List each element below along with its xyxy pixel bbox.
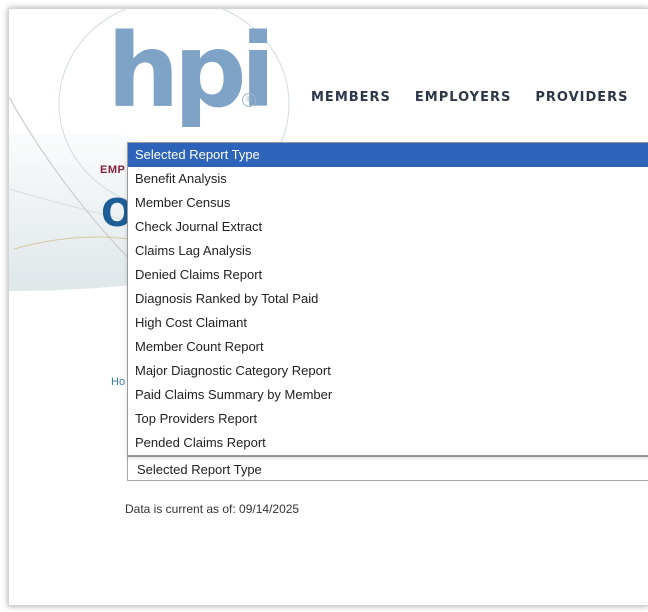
- dropdown-option-high-cost-claimant[interactable]: High Cost Claimant: [128, 311, 648, 335]
- dropdown-option-paid-claims-summary[interactable]: Paid Claims Summary by Member: [128, 383, 648, 407]
- dropdown-option-check-journal-extract[interactable]: Check Journal Extract: [128, 215, 648, 239]
- nav-members[interactable]: MEMBERS: [311, 90, 391, 105]
- section-label: EMP: [100, 164, 126, 176]
- dropdown-option-denied-claims-report[interactable]: Denied Claims Report: [128, 263, 648, 287]
- registered-mark: ®: [242, 93, 256, 107]
- breadcrumb-home-link[interactable]: Ho: [111, 376, 125, 388]
- hpi-logo[interactable]: hpi: [107, 21, 276, 123]
- dropdown-option-member-count-report[interactable]: Member Count Report: [128, 335, 648, 359]
- dropdown-option-selected-report-type[interactable]: Selected Report Type: [128, 143, 648, 167]
- dropdown-option-pended-claims-report[interactable]: Pended Claims Report: [128, 431, 648, 455]
- dropdown-option-member-census[interactable]: Member Census: [128, 191, 648, 215]
- dropdown-option-diagnosis-ranked[interactable]: Diagnosis Ranked by Total Paid: [128, 287, 648, 311]
- nav-employers[interactable]: EMPLOYERS: [415, 90, 511, 105]
- dropdown-option-benefit-analysis[interactable]: Benefit Analysis: [128, 167, 648, 191]
- main-nav: MEMBERS EMPLOYERS PROVIDERS BR: [311, 90, 648, 105]
- report-type-select[interactable]: Selected Report Type: [127, 456, 648, 481]
- dropdown-option-top-providers-report[interactable]: Top Providers Report: [128, 407, 648, 431]
- browser-page: hpi ® MEMBERS EMPLOYERS PROVIDERS BR EMP…: [8, 8, 648, 606]
- report-type-dropdown-list[interactable]: Selected Report Type Benefit Analysis Me…: [127, 142, 648, 456]
- data-current-notice: Data is current as of: 09/14/2025: [125, 502, 300, 516]
- dropdown-option-claims-lag-analysis[interactable]: Claims Lag Analysis: [128, 239, 648, 263]
- nav-providers[interactable]: PROVIDERS: [535, 90, 628, 105]
- dropdown-option-major-diagnostic-category[interactable]: Major Diagnostic Category Report: [128, 359, 648, 383]
